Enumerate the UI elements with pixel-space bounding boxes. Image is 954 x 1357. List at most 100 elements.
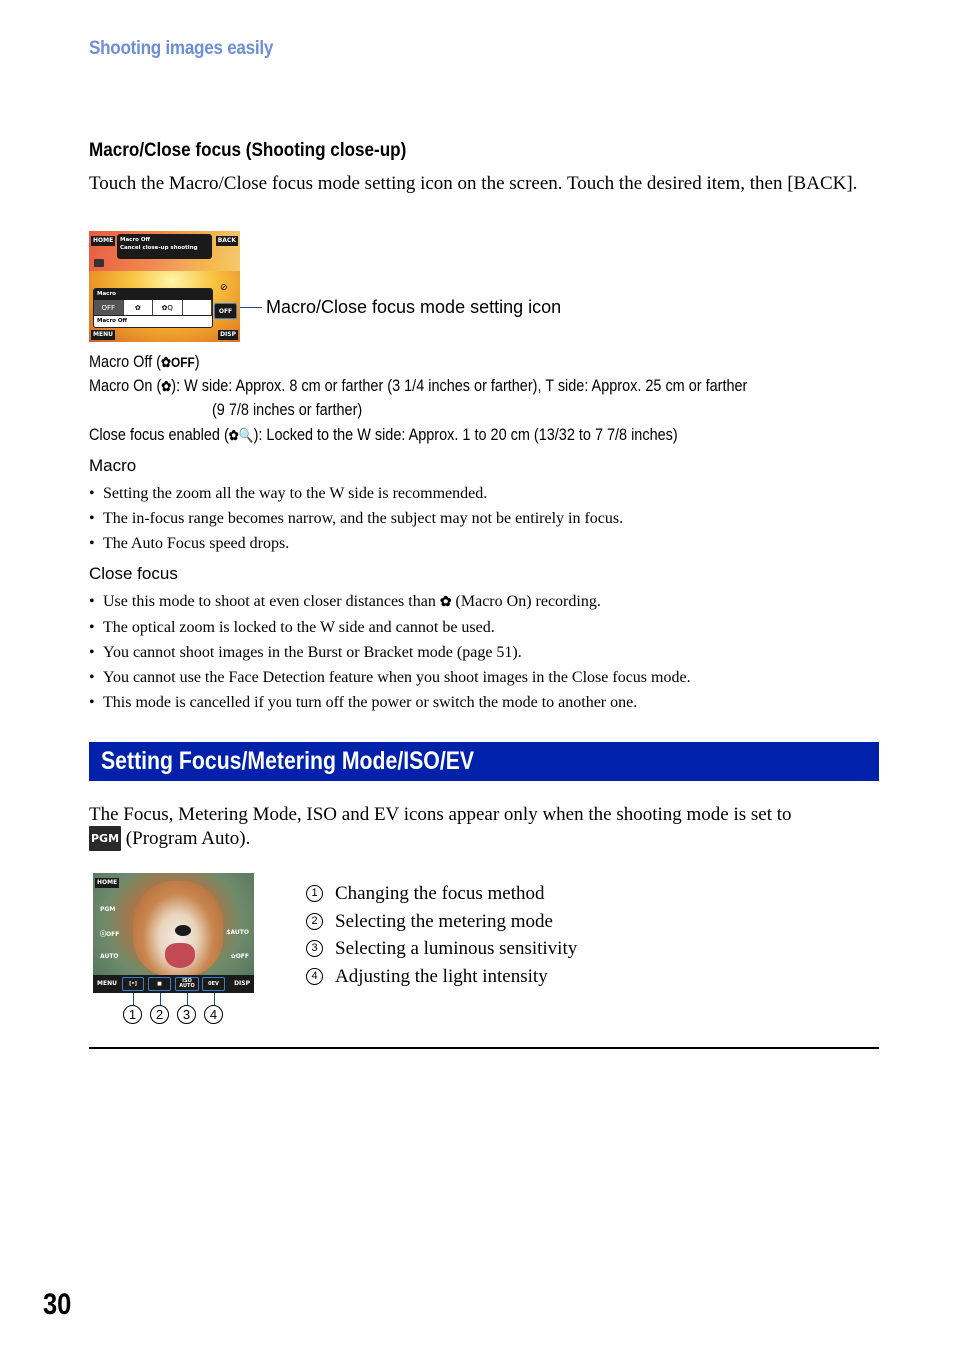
flash-icon: ⊘ (220, 282, 228, 292)
flash-auto-icon: $AUTO (226, 929, 249, 936)
number-badge: 3 (306, 940, 323, 958)
focus-intro-line2: (Program Auto). (125, 828, 251, 849)
macro-on-icon: ✿ (161, 378, 172, 394)
macro-heading: Macro/Close focus (Shooting close-up) (89, 140, 407, 161)
definition-tail: ): (253, 425, 263, 444)
self-timer-icon: ⓢOFF (100, 931, 120, 938)
callout-label: Macro/Close focus mode setting icon (266, 297, 562, 317)
focus-intro: The Focus, Metering Mode, ISO and EV ico… (89, 803, 879, 851)
section-divider (89, 1047, 879, 1049)
definition-desc: Locked to the W side: Approx. 1 to 20 cm… (266, 425, 678, 444)
menu-button: MENU (95, 979, 119, 989)
iso-icon: ISO AUTO (175, 977, 199, 991)
callout-leader-line (240, 307, 262, 308)
tooltip-line2: Cancel close-up shooting (120, 245, 198, 251)
feature-list: 1 Changing the focus method 2 Selecting th… (306, 880, 577, 990)
tooltip-line1: Macro Off (120, 237, 150, 243)
disp-button: DISP (218, 330, 238, 340)
macro-screen-illustration: HOME BACK Macro Off Cancel close-up shoo… (89, 231, 240, 342)
close-focus-option: ✿Q (153, 300, 183, 315)
definition-desc-cont: (9 7/8 inches or farther) (212, 400, 363, 419)
menu-button: MENU (91, 330, 115, 340)
definition-label: Close focus enabled ( (89, 425, 229, 444)
macro-panel: Macro OFF ✿ ✿Q Macro Off (93, 288, 213, 328)
feature-item: 4 Adjusting the light intensity (306, 963, 577, 991)
back-button: BACK (215, 236, 238, 246)
empty-option (183, 300, 212, 315)
list-item: The optical zoom is locked to the W side… (89, 615, 691, 640)
callout-number-1: 1 (123, 1005, 142, 1024)
definition-macro-on-cont: (9 7/8 inches or farther) (89, 398, 879, 421)
definition-macro-on: Macro On (✿): W side: Approx. 8 cm or fa… (89, 374, 879, 398)
program-mode-icon (94, 259, 104, 267)
callout-line-4 (214, 993, 215, 1005)
macro-off-icon: ✿OFF (230, 953, 249, 960)
close-focus-notes-title: Close focus (89, 564, 178, 583)
macro-panel-title: Macro (94, 289, 212, 300)
ev-icon: 0EV (202, 977, 225, 991)
feature-text: Adjusting the light intensity (335, 965, 548, 987)
definition-label: Macro Off ( (89, 352, 161, 371)
macro-current-value: Macro Off (97, 318, 127, 324)
tooltip: Macro Off Cancel close-up shooting (117, 234, 212, 259)
feature-item: 2 Selecting the metering mode (306, 908, 577, 936)
home-button: HOME (91, 236, 116, 246)
macro-definitions: Macro Off (✿OFF) Macro On (✿): W side: A… (89, 350, 879, 447)
macro-on-option: ✿ (124, 300, 153, 315)
callout-line-1 (133, 993, 134, 1005)
metering-mode-icon: ■ (148, 977, 171, 991)
banner-title: Setting Focus/Metering Mode/ISO/EV (101, 747, 475, 775)
list-item: This mode is cancelled if you turn off t… (89, 690, 691, 715)
program-auto-icon: PGM (89, 826, 122, 851)
list-item: The Auto Focus speed drops. (89, 531, 623, 556)
callout-line-3 (187, 993, 188, 1005)
definition-tail: ) (194, 352, 200, 371)
definition-tail: ): (171, 376, 181, 395)
definition-desc: W side: Approx. 8 cm or farther (3 1/4 i… (184, 376, 748, 395)
macro-on-icon: ✿ (439, 595, 452, 610)
definition-macro-off: Macro Off (✿OFF) (89, 350, 879, 374)
macro-off-option: OFF (94, 300, 124, 315)
macro-intro: Touch the Macro/Close focus mode setting… (89, 173, 858, 194)
callout-line-2 (160, 993, 161, 1005)
number-badge: 4 (306, 967, 323, 985)
list-item: The in-focus range becomes narrow, and t… (89, 506, 623, 531)
list-item: You cannot use the Face Detection featur… (89, 665, 691, 690)
feature-text: Selecting a luminous sensitivity (335, 938, 578, 959)
focus-screen-illustration: HOME PGM ⓢOFF AUTO $AUTO ✿OFF MENU [•] ■… (93, 873, 254, 993)
callout-number-2: 2 (150, 1005, 169, 1024)
feature-item: 3 Selecting a luminous sensitivity (306, 935, 577, 963)
callout-number-3: 3 (177, 1005, 196, 1024)
focus-intro-line1: The Focus, Metering Mode, ISO and EV ico… (89, 804, 792, 825)
list-item-text: Use this mode to shoot at even closer di… (103, 593, 436, 610)
feature-item: 1 Changing the focus method (306, 880, 577, 908)
macro-off-icon: OFF (218, 307, 233, 315)
focus-method-icon: [•] (122, 977, 144, 991)
page-number: 30 (43, 1288, 72, 1321)
section-banner: Setting Focus/Metering Mode/ISO/EV (89, 742, 879, 781)
macro-notes-title: Macro (89, 456, 137, 475)
dog-tongue (165, 943, 195, 968)
macro-mode-icon: OFF (214, 303, 237, 319)
close-focus-notes-list: Use this mode to shoot at even closer di… (89, 589, 691, 715)
section-label: Shooting images easily (89, 38, 274, 59)
scene-auto-icon: AUTO (100, 953, 119, 960)
list-item: Use this mode to shoot at even closer di… (89, 589, 691, 615)
feature-text: Selecting the metering mode (335, 910, 553, 932)
disp-button: DISP (232, 979, 252, 989)
callout-number-4: 4 (204, 1005, 223, 1024)
feature-text: Changing the focus method (335, 883, 545, 904)
list-item-text: (Macro On) recording. (455, 593, 601, 610)
list-item: Setting the zoom all the way to the W si… (89, 481, 623, 506)
home-button: HOME (95, 878, 120, 888)
definition-label: Macro On ( (89, 376, 162, 395)
definition-close-focus: Close focus enabled (✿🔍): Locked to the … (89, 423, 879, 447)
dog-nose (175, 925, 191, 936)
list-item: You cannot shoot images in the Burst or … (89, 640, 691, 665)
macro-off-icon: ✿OFF (160, 354, 195, 370)
macro-notes-list: Setting the zoom all the way to the W si… (89, 481, 623, 556)
close-focus-icon: ✿🔍 (228, 427, 254, 443)
program-mode-icon: PGM (100, 906, 116, 913)
number-badge: 1 (306, 885, 323, 903)
number-badge: 2 (306, 912, 323, 930)
